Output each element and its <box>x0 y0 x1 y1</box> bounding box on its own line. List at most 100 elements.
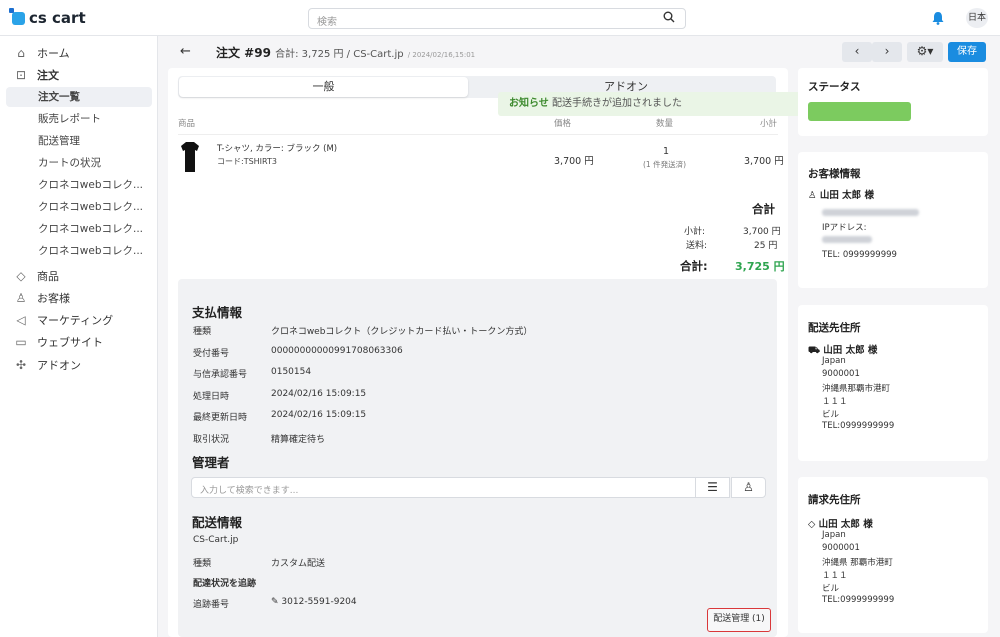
column-header-qty: 数量 <box>656 119 674 129</box>
tracking-number-link[interactable]: ✎ 3012-5591-9204 <box>271 597 357 607</box>
address-line: ビル <box>822 410 840 420</box>
product-qty-note: (1 件発送済) <box>643 160 687 169</box>
column-header-subtotal: 小計 <box>760 119 778 129</box>
billing-name: ◇ 山田 太郎 様 <box>808 516 873 530</box>
list-icon: ☰ <box>707 480 718 494</box>
logo-icon <box>9 7 25 25</box>
gear-icon: ⚙▾ <box>916 44 934 58</box>
bell-icon[interactable] <box>932 10 944 25</box>
payment-row-value: 精算確定待ち <box>271 435 326 445</box>
admin-search-input[interactable]: 入力して検索できます... <box>191 477 696 498</box>
payment-row-value: クロネコwebコレクト（クレジットカード払い・トークン方式） <box>271 327 533 337</box>
track-heading: 配達状況を追跡 <box>193 579 257 589</box>
tracking-label: 追跡番号 <box>193 600 230 610</box>
shipping-name-text: 山田 太郎 様 <box>823 345 878 356</box>
inbox-icon: ⊡ <box>15 68 27 82</box>
status-heading: ステータス <box>808 81 861 93</box>
shipping-address-card: 配送先住所 ⛟ 山田 太郎 様 Japan 9000001 沖縄県那覇市港町 １… <box>798 305 988 461</box>
shipping-value: 25 円 <box>754 241 778 251</box>
back-arrow-icon[interactable]: ← <box>180 44 191 59</box>
save-button[interactable]: 保存 <box>948 42 986 62</box>
customer-tel: TEL: 0999999999 <box>822 250 897 260</box>
payment-row-label: 与信承認番号 <box>193 370 248 380</box>
address-line: 沖縄県那覇市港町 <box>822 384 891 394</box>
top-bar: cs cart 検索 日本 <box>0 0 1000 36</box>
product-name-link[interactable]: T-シャツ, カラー: ブラック (M) <box>217 142 337 154</box>
ip-redacted <box>822 236 872 243</box>
address-line: 9000001 <box>822 543 860 553</box>
customer-name-text: 山田 太郎 様 <box>819 190 874 201</box>
page-title: 注文 #99 合計: 3,725 円 / CS-Cart.jp / 2024/0… <box>216 44 475 61</box>
product-price: 3,700 円 <box>554 156 594 167</box>
sidebar-subitem-kuroneko-4[interactable]: クロネコwebコレク... <box>38 242 143 260</box>
product-thumbnail[interactable] <box>180 141 200 173</box>
sidebar-item-label: マーケティング <box>37 314 114 327</box>
settings-dropdown-button[interactable]: ⚙▾ <box>907 42 943 62</box>
payment-heading: 支払情報 <box>192 305 243 320</box>
shipping-name: ⛟ 山田 太郎 様 <box>808 342 877 357</box>
sidebar-item-customers[interactable]: ♙ お客様 <box>14 288 70 308</box>
sidebar-subitem-sales-report[interactable]: 販売レポート <box>38 110 101 128</box>
status-dropdown[interactable] <box>808 102 911 121</box>
sidebar-subitem-kuroneko-3[interactable]: クロネコwebコレク... <box>38 220 143 238</box>
address-line: Japan <box>822 530 846 540</box>
user-icon: ♙ <box>15 291 27 305</box>
tag-icon: ◇ <box>16 269 26 283</box>
payment-row-label: 最終更新日時 <box>193 413 248 423</box>
admin-heading: 管理者 <box>192 455 230 470</box>
sidebar-subitem-kuroneko-1[interactable]: クロネコwebコレク... <box>38 176 143 194</box>
shipping-type-label: 種類 <box>193 559 212 569</box>
table-divider <box>178 134 778 135</box>
language-selector[interactable]: 日本 <box>966 8 988 28</box>
sidebar-item-label: ウェブサイト <box>37 336 103 349</box>
sidebar-subitem-kuroneko-2[interactable]: クロネコwebコレク... <box>38 198 143 216</box>
sidebar-item-label: アドオン <box>37 359 81 372</box>
billing-address-card: 請求先住所 ◇ 山田 太郎 様 Japan 9000001 沖縄県 那覇市港町 … <box>798 477 988 633</box>
puzzle-icon: ✣ <box>15 358 27 372</box>
payment-row-label: 受付番号 <box>193 349 230 359</box>
address-line: Japan <box>822 356 846 366</box>
product-subtotal: 3,700 円 <box>744 156 784 167</box>
totals-heading: 合計 <box>752 202 775 216</box>
sidebar-item-products[interactable]: ◇ 商品 <box>14 266 59 286</box>
assign-user-button[interactable]: ♙ <box>731 477 766 498</box>
logo[interactable]: cs cart <box>9 7 86 27</box>
sidebar-item-label: ホーム <box>37 47 70 60</box>
shipment-management-button[interactable]: 配送管理 (1) <box>707 608 771 632</box>
payment-row-value: 2024/02/16 15:09:15 <box>271 410 367 420</box>
subtotal-label: 小計: <box>684 227 706 237</box>
sidebar-subitem-shipping[interactable]: 配送管理 <box>38 132 80 150</box>
tab-general[interactable]: 一般 <box>179 77 468 97</box>
customer-email-redacted <box>822 209 919 216</box>
search-input[interactable]: 検索 <box>308 8 686 29</box>
address-line: １１１ <box>822 571 848 581</box>
user-icon: ♙ <box>743 480 754 494</box>
payment-row-value: 2024/02/16 15:09:15 <box>271 389 367 399</box>
search-icon[interactable] <box>663 11 675 27</box>
user-icon: ♙ <box>808 190 817 201</box>
notice-label: お知らせ <box>509 98 549 109</box>
order-number: 注文 #99 <box>216 46 271 60</box>
address-line: TEL:0999999999 <box>822 595 895 605</box>
next-order-button[interactable]: › <box>872 42 902 62</box>
list-button[interactable]: ☰ <box>695 477 730 498</box>
address-line: ビル <box>822 584 840 594</box>
sidebar-item-marketing[interactable]: ◁ マーケティング <box>14 310 113 330</box>
subtotal-value: 3,700 円 <box>743 227 781 237</box>
sidebar-subitem-cart-status[interactable]: カートの状況 <box>38 154 101 172</box>
customer-name[interactable]: ♙ 山田 太郎 様 <box>808 187 874 201</box>
sidebar-item-website[interactable]: ▭ ウェブサイト <box>14 332 103 352</box>
shipping-address-heading: 配送先住所 <box>808 322 861 334</box>
order-date: / 2024/02/16,15:01 <box>407 51 476 59</box>
sidebar-item-addons[interactable]: ✣ アドオン <box>14 355 81 375</box>
payment-row-value: 00000000000991708063306 <box>271 346 403 356</box>
payment-row-label: 処理日時 <box>193 392 230 402</box>
edit-icon[interactable]: ✎ <box>271 597 279 607</box>
grand-total-label: 合計: <box>680 259 708 273</box>
chevron-right-icon: › <box>884 44 890 58</box>
prev-order-button[interactable]: ‹ <box>842 42 872 62</box>
sidebar-subitem-order-list[interactable]: 注文一覧 <box>38 88 80 106</box>
sidebar-item-home[interactable]: ⌂ ホーム <box>14 43 70 63</box>
customer-heading: お客様情報 <box>808 168 861 180</box>
sidebar-item-orders[interactable]: ⊡ 注文 <box>14 65 59 85</box>
